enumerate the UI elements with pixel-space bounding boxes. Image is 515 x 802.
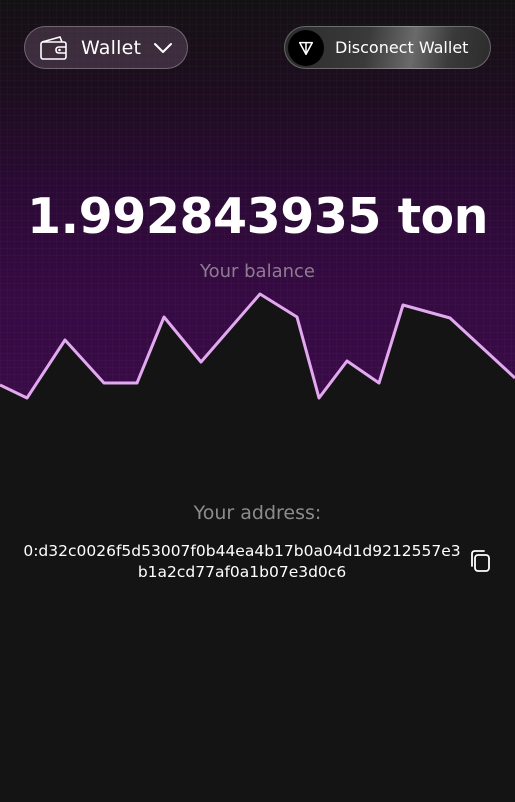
balance-caption: Your balance bbox=[199, 261, 315, 282]
wallet-screen: Wallet Disconect Wallet 1.992843935 ton … bbox=[0, 0, 515, 802]
wallet-button-label: Wallet bbox=[81, 36, 142, 59]
wallet-icon bbox=[40, 35, 67, 60]
disconnect-wallet-label: Disconect Wallet bbox=[335, 38, 469, 57]
copy-icon[interactable] bbox=[467, 548, 493, 574]
disconnect-wallet-button[interactable]: Disconect Wallet bbox=[284, 26, 491, 69]
wallet-menu-button[interactable]: Wallet bbox=[24, 26, 188, 69]
ton-logo-icon bbox=[288, 29, 324, 66]
chevron-down-icon bbox=[154, 42, 173, 53]
balance-history-chart bbox=[0, 292, 515, 802]
wallet-address[interactable]: 0:d32c0026f5d53007f0b44ea4b17b0a04d1d921… bbox=[22, 541, 462, 583]
balance-amount: 1.992843935 ton bbox=[26, 188, 489, 245]
address-caption: Your address: bbox=[193, 502, 322, 524]
